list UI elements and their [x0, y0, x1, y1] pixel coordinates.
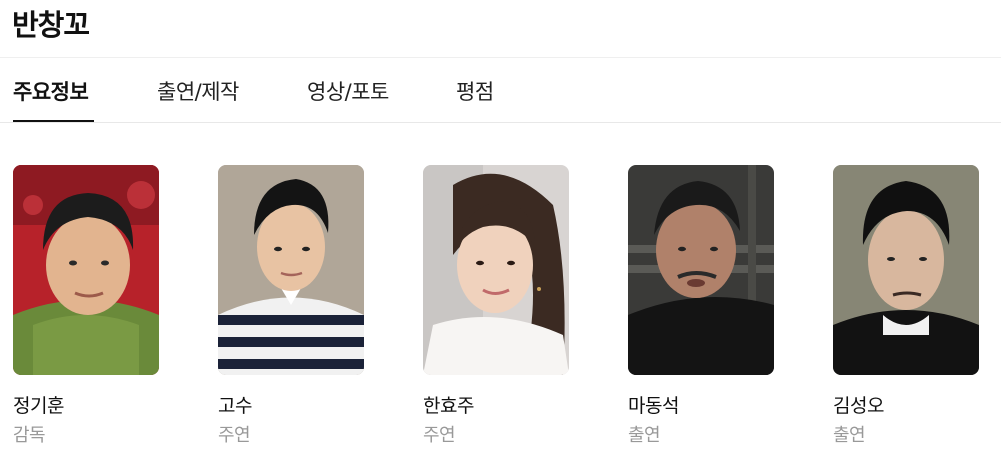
- tab-video-photo[interactable]: 영상/포토: [307, 76, 389, 106]
- person-role: 주연: [218, 425, 251, 446]
- person-photo[interactable]: [628, 165, 774, 375]
- person-photo[interactable]: [423, 165, 569, 375]
- person-photo[interactable]: [218, 165, 364, 375]
- movie-detail-page: 반창꼬 주요정보 출연/제작 영상/포토 평점 정기훈 감독 고수 주연 한효주…: [0, 0, 1001, 473]
- tab-rating[interactable]: 평점: [456, 76, 494, 106]
- cast-card[interactable]: 정기훈 감독: [13, 165, 159, 446]
- tab-main-info[interactable]: 주요정보: [13, 76, 89, 106]
- cast-card[interactable]: 고수 주연: [218, 165, 364, 446]
- cast-card[interactable]: 한효주 주연: [423, 165, 569, 446]
- tabs-divider: [0, 122, 1001, 123]
- page-title: 반창꼬: [12, 8, 90, 42]
- person-photo[interactable]: [13, 165, 159, 375]
- person-role: 감독: [13, 425, 46, 446]
- person-photo[interactable]: [833, 165, 979, 375]
- person-name[interactable]: 정기훈: [13, 391, 64, 418]
- person-name[interactable]: 고수: [218, 391, 252, 418]
- person-role: 출연: [628, 425, 661, 446]
- cast-card[interactable]: 김성오 출연: [833, 165, 979, 446]
- cast-card[interactable]: 마동석 출연: [628, 165, 774, 446]
- person-name[interactable]: 한효주: [423, 391, 474, 418]
- tab-cast-crew[interactable]: 출연/제작: [157, 76, 239, 106]
- person-role: 출연: [833, 425, 866, 446]
- person-role: 주연: [423, 425, 456, 446]
- person-name[interactable]: 마동석: [628, 391, 679, 418]
- tab-bar: 주요정보 출연/제작 영상/포토 평점: [0, 58, 1001, 122]
- person-name[interactable]: 김성오: [833, 391, 884, 418]
